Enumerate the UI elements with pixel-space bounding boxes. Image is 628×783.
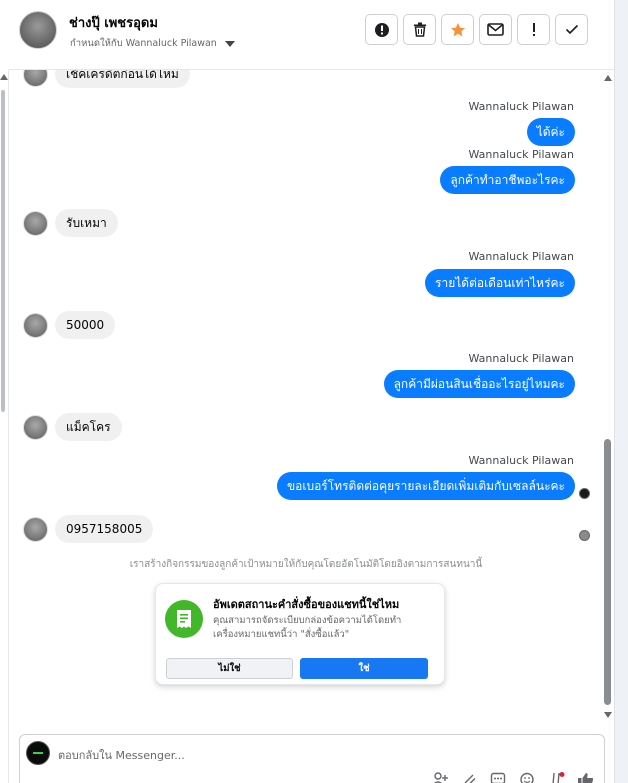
message-sender: Wannaluck Pilawan	[468, 100, 575, 113]
order-card-no-button[interactable]: ไม่ใช่	[166, 658, 293, 679]
thread-scrollbar[interactable]	[603, 70, 614, 725]
delete-button[interactable]	[403, 14, 436, 45]
order-card-body: คุณสามารถจัดระเบียบกล่องข้อความได้โดยทำเ…	[213, 615, 402, 640]
reply-input[interactable]: ตอบกลับใน Messenger...	[58, 746, 185, 764]
contact-message-avatar	[23, 517, 48, 542]
check-icon	[565, 24, 578, 35]
contact-seen-indicator	[579, 530, 590, 541]
outgoing-message: ลูกค้ามีผ่อนสินเชื่ออะไรอยู่ไหมคะ	[383, 370, 575, 398]
attachment-icon[interactable]	[461, 771, 478, 783]
contact-avatar[interactable]	[19, 11, 57, 49]
assignee-label: กำหนดให้กับ Wannaluck Pilawan	[70, 38, 217, 49]
contact-message-avatar	[23, 211, 48, 236]
contact-name[interactable]: ช่างปุ๊ เพชรอุดม	[69, 12, 158, 33]
incoming-message: 0957158005	[55, 515, 154, 543]
scroll-down-arrow[interactable]	[604, 712, 612, 718]
header-actions	[365, 14, 588, 45]
message-sender: Wannaluck Pilawan	[468, 352, 575, 365]
like-icon[interactable]	[577, 771, 594, 783]
scrollbar-thumb[interactable]	[604, 439, 611, 705]
outgoing-message: รายได้ต่อเดือนเท่าไหร่คะ	[425, 269, 575, 297]
order-card-yes-button[interactable]: ใช่	[300, 658, 428, 679]
exclamation-icon	[532, 23, 535, 36]
star-button[interactable]	[441, 14, 474, 45]
mail-button[interactable]	[479, 14, 512, 45]
scroll-up-arrow[interactable]	[604, 75, 612, 81]
assignee-dropdown[interactable]: กำหนดให้กับ Wannaluck Pilawan	[70, 36, 235, 51]
system-note: เราสร้างกิจกรรมของลูกค้าเป้าหมายให้กับคุ…	[129, 559, 483, 570]
contact-message-avatar	[23, 415, 48, 440]
order-status-card: อัพเดตสถานะคำสั่งซื้อของแชทนี้ใช่ไหม คุณ…	[155, 583, 445, 685]
left-scrollbar-thumb[interactable]	[1, 90, 5, 412]
outgoing-message: ลูกค้าทำอาชีพอะไรคะ	[440, 166, 575, 194]
outgoing-message: ได้ค่ะ	[526, 118, 575, 146]
alert-circle-icon	[374, 22, 389, 37]
conversation-header: ช่างปุ๊ เพชรอุดม กำหนดให้กับ Wannaluck P…	[9, 0, 614, 70]
order-card-title: อัพเดตสถานะคำสั่งซื้อของแชทนี้ใช่ไหม	[213, 598, 400, 611]
done-button[interactable]	[555, 14, 588, 45]
left-scroll-up-arrow[interactable]	[0, 74, 8, 80]
incoming-message: รับเหมา	[55, 209, 118, 237]
tag-icon[interactable]	[548, 771, 565, 783]
star-icon	[450, 22, 465, 36]
composer-toolbar	[432, 771, 594, 783]
contact-message-avatar	[23, 70, 48, 87]
message-sender: Wannaluck Pilawan	[468, 148, 575, 161]
emoji-icon[interactable]	[519, 771, 536, 783]
envelope-icon	[487, 23, 504, 36]
seen-indicator-avatar	[579, 488, 590, 499]
trash-icon	[413, 22, 426, 37]
add-contact-icon[interactable]	[432, 771, 449, 783]
left-pane-edge	[0, 70, 9, 783]
message-sender: Wannaluck Pilawan	[468, 250, 575, 263]
incoming-message: แม็คโคร	[55, 413, 122, 441]
incoming-message: เช็คเครดิตก่อนได้ไหม	[55, 70, 190, 88]
reply-composer[interactable]: ตอบกลับใน Messenger...	[19, 734, 605, 783]
alert-circle-button[interactable]	[365, 14, 398, 45]
right-pane-edge	[614, 0, 628, 783]
page-avatar	[26, 741, 50, 765]
contact-message-avatar	[23, 313, 48, 338]
message-sender: Wannaluck Pilawan	[468, 454, 575, 467]
chevron-down-icon	[224, 40, 235, 47]
incoming-message: 50000	[55, 311, 116, 339]
message-thread[interactable]: เช็คเครดิตก่อนได้ไหม Wannaluck Pilawan ไ…	[9, 70, 603, 730]
saved-reply-icon[interactable]	[490, 771, 507, 783]
outgoing-message: ขอเบอร์โทรติดต่อคุยรายละเอียดเพิ่มเติมกั…	[276, 472, 575, 500]
receipt-icon	[165, 600, 203, 638]
important-button[interactable]	[517, 14, 550, 45]
